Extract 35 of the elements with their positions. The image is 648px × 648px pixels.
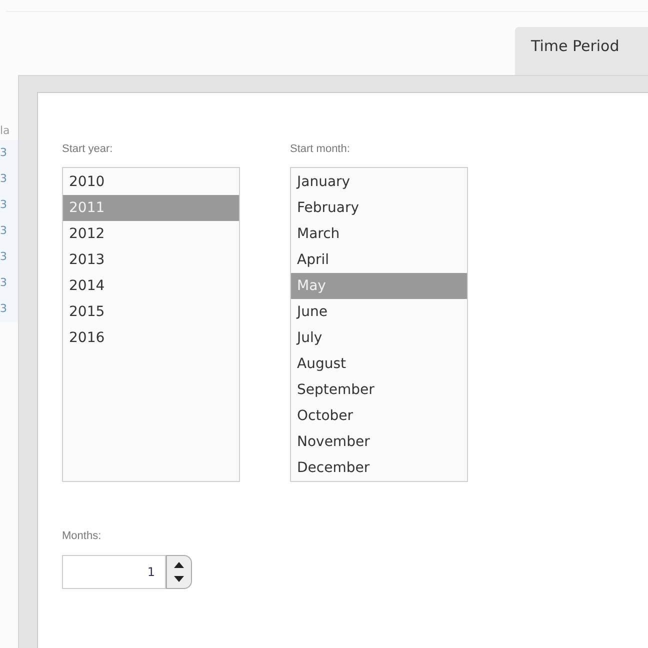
list-label: Start year: — [62, 142, 114, 157]
down-arrow-icon — [174, 576, 184, 582]
table-cell: 3 — [0, 166, 18, 192]
table-cell: 3 — [0, 140, 18, 166]
months-field[interactable]: 1 — [62, 554, 166, 588]
list-option[interactable]: September — [291, 377, 467, 403]
list-option[interactable]: March — [291, 221, 467, 247]
list-option[interactable]: July — [291, 325, 467, 351]
list-option[interactable]: 2012 — [63, 221, 239, 247]
list-option[interactable]: June — [291, 299, 467, 325]
table-cell: 3 — [0, 218, 18, 244]
table-cell: 3 — [0, 244, 18, 270]
list-option[interactable]: April — [291, 247, 467, 273]
list-label: Start month: — [290, 142, 351, 157]
list-option[interactable]: August — [291, 351, 467, 377]
list-option[interactable]: 2016 — [63, 325, 239, 351]
list-option[interactable]: 2010 — [63, 169, 239, 195]
list-option[interactable]: 2014 — [63, 273, 239, 299]
list-option[interactable]: January — [291, 169, 467, 195]
list-option[interactable]: October — [291, 403, 467, 429]
list-option[interactable]: November — [291, 429, 467, 455]
column-header: la — [0, 123, 11, 139]
months-label: Months: — [62, 529, 102, 544]
spinner-button[interactable] — [166, 554, 192, 588]
table-cell: 3 — [0, 296, 18, 322]
list-option[interactable]: 2015 — [63, 299, 239, 325]
up-arrow-icon — [174, 562, 184, 568]
tab[interactable]: Time Period — [515, 27, 648, 75]
list-option[interactable]: December — [291, 455, 467, 481]
list-option[interactable]: 2013 — [63, 247, 239, 273]
list-box[interactable]: January February March April May June July August September October November December — [290, 167, 468, 482]
table-cell: 3 — [0, 270, 18, 296]
list-option[interactable]: February — [291, 195, 467, 221]
table-cell: 3 — [0, 192, 18, 218]
list-box[interactable]: 2010 2011 2012 2013 2014 2015 2016 — [62, 167, 240, 482]
